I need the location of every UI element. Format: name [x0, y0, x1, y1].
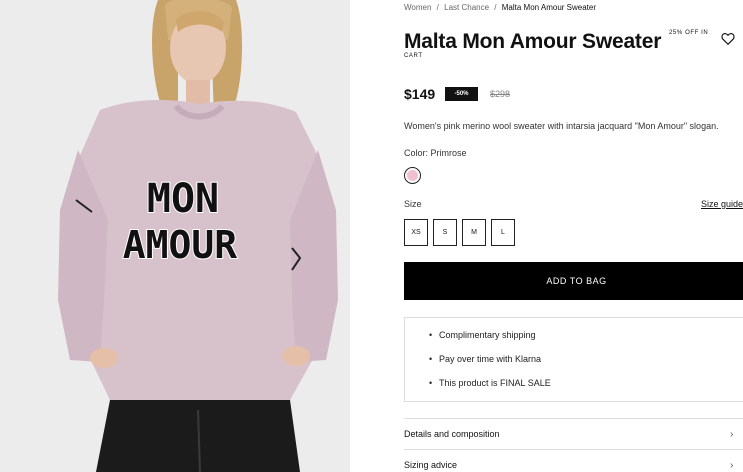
size-option-s[interactable]: S [433, 219, 457, 246]
accordion-label: Sizing advice [404, 460, 458, 470]
add-to-bag-button[interactable]: ADD TO BAG [404, 262, 743, 300]
breadcrumb: Women / Last Chance / Malta Mon Amour Sw… [404, 3, 596, 12]
product-title: Malta Mon Amour Sweater [404, 30, 662, 53]
breadcrumb-item-women[interactable]: Women [404, 3, 431, 12]
sweater-slogan-line1: MON [147, 176, 219, 222]
perk-item: This product is FINAL SALE [429, 378, 743, 402]
discount-badge: -50% [445, 87, 478, 101]
heart-icon[interactable] [721, 32, 735, 46]
model-photo: MON AMOUR [0, 0, 350, 472]
size-selector: XS S M L [404, 219, 515, 246]
size-option-m[interactable]: M [462, 219, 486, 246]
product-image[interactable]: MON AMOUR [0, 0, 350, 472]
promo-text: 25% OFF IN [669, 30, 709, 36]
size-label: Size [404, 199, 422, 209]
size-option-xs[interactable]: XS [404, 219, 428, 246]
accordion-sizing-advice[interactable]: Sizing advice › [404, 449, 743, 472]
color-swatch-dot [407, 170, 418, 181]
size-guide-link[interactable]: Size guide [701, 199, 743, 209]
product-description: Women's pink merino wool sweater with in… [404, 121, 719, 131]
breadcrumb-separator: / [494, 3, 497, 12]
breadcrumb-item-current: Malta Mon Amour Sweater [501, 3, 597, 12]
perk-item: Pay over time with Klarna [429, 354, 743, 378]
accordion-details-composition[interactable]: Details and composition › [404, 418, 743, 449]
perk-item: Complimentary shipping [429, 330, 743, 354]
chevron-right-icon: › [730, 460, 734, 471]
color-label: Color: Primrose [404, 148, 467, 158]
sweater-slogan-line2: AMOUR [123, 223, 238, 267]
accordion-label: Details and composition [404, 429, 500, 439]
current-price: $149 [404, 86, 436, 102]
breadcrumb-item-last-chance[interactable]: Last Chance [444, 3, 489, 12]
chevron-right-icon: › [730, 429, 734, 440]
perks-box: Complimentary shipping Pay over time wit… [404, 317, 743, 402]
size-option-l[interactable]: L [491, 219, 515, 246]
color-swatch-primrose[interactable] [404, 167, 421, 184]
breadcrumb-separator: / [436, 3, 439, 12]
promo-text-cont: CART [404, 53, 423, 59]
product-info-panel: Women / Last Chance / Malta Mon Amour Sw… [404, 0, 743, 472]
original-price: $298 [490, 89, 511, 99]
